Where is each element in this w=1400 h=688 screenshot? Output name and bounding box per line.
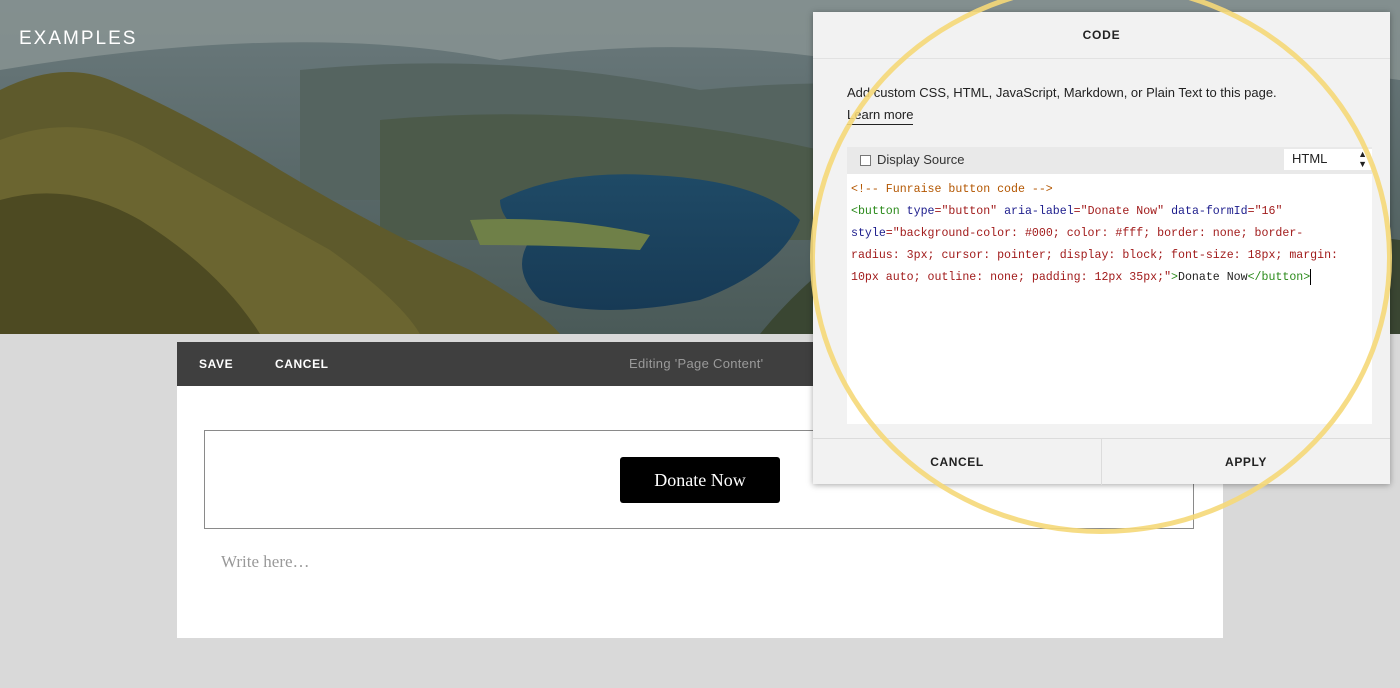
code-tag: </button> [1247, 271, 1311, 284]
code-line: radius: 3px; cursor: pointer; display: b… [851, 245, 1366, 267]
code-value: ="background-color: #000; color: #fff; b… [885, 227, 1304, 240]
select-arrows-icon: ▲ ▼ [1358, 149, 1367, 169]
donate-now-button[interactable]: Donate Now [620, 457, 780, 503]
dialog-description-text: Add custom CSS, HTML, JavaScript, Markdo… [847, 85, 1277, 100]
save-button[interactable]: SAVE [199, 342, 233, 386]
learn-more-link[interactable]: Learn more [847, 106, 914, 125]
code-value: radius: 3px; cursor: pointer; display: b… [851, 249, 1339, 262]
source-options-bar: Display Source HTML ▲ ▼ [847, 147, 1372, 174]
code-value: ="Donate Now" [1073, 205, 1165, 218]
code-comment: <!-- Funraise button code --> [851, 183, 1053, 196]
code-attr: data-formId [1164, 205, 1248, 218]
code-editor[interactable]: <!-- Funraise button code --> <button ty… [847, 174, 1372, 424]
dialog-description: Add custom CSS, HTML, JavaScript, Markdo… [847, 82, 1367, 126]
cancel-button[interactable]: CANCEL [275, 342, 329, 386]
code-attr: aria-label [997, 205, 1074, 218]
code-attr: type [899, 205, 935, 218]
code-tag: <button [851, 205, 900, 218]
language-select-value: HTML [1292, 151, 1328, 166]
code-value: ="button" [934, 205, 998, 218]
write-here-placeholder[interactable]: Write here… [221, 552, 310, 572]
code-text: Donate Now [1178, 271, 1248, 284]
code-line: <!-- Funraise button code --> [851, 179, 1366, 201]
display-source-label[interactable]: Display Source [877, 152, 964, 167]
display-source-checkbox[interactable] [860, 155, 871, 166]
code-line: 10px auto; outline: none; padding: 12px … [851, 267, 1366, 289]
text-caret [1310, 268, 1312, 285]
dialog-apply-button[interactable]: APPLY [1102, 439, 1390, 485]
code-line: <button type="button" aria-label="Donate… [851, 201, 1366, 223]
code-line: style="background-color: #000; color: #f… [851, 223, 1366, 245]
editing-status-text: Editing 'Page Content' [629, 356, 764, 371]
code-tag: > [1171, 271, 1179, 284]
language-select[interactable]: HTML ▲ ▼ [1284, 149, 1372, 170]
code-value: ="16" [1247, 205, 1283, 218]
code-dialog: CODE Add custom CSS, HTML, JavaScript, M… [813, 12, 1390, 485]
dialog-title: CODE [813, 12, 1390, 59]
code-value: 10px auto; outline: none; padding: 12px … [851, 271, 1172, 284]
dialog-cancel-button[interactable]: CANCEL [813, 439, 1101, 485]
code-attr: style [851, 227, 886, 240]
dialog-footer: CANCEL APPLY [813, 438, 1390, 485]
site-title[interactable]: EXAMPLES [19, 28, 137, 50]
